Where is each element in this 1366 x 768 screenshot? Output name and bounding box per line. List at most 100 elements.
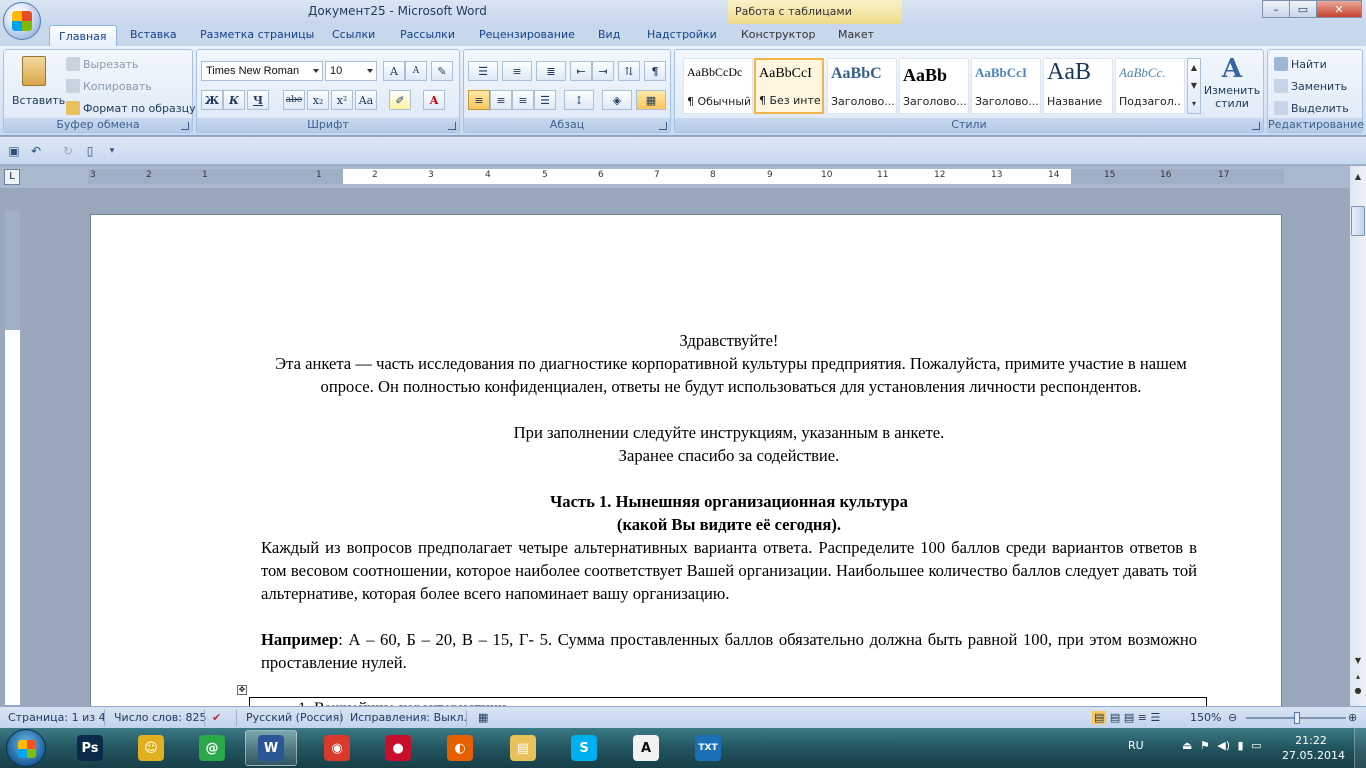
align-left-button[interactable]: ≡ (468, 90, 490, 110)
sort-button[interactable]: ⇅ (618, 61, 640, 81)
draft-icon[interactable]: ☰ (1150, 711, 1160, 724)
close-button[interactable]: ✕ (1316, 0, 1362, 18)
taskbar-app-qip[interactable]: ☺ (125, 730, 177, 766)
new-document-icon[interactable]: ▯ (82, 143, 98, 159)
shrink-font-button[interactable]: A (405, 61, 427, 81)
style-no-spacing[interactable]: AaBbCcI ¶ Без инте... (754, 58, 824, 114)
numbering-button[interactable]: ≡ (502, 61, 532, 81)
align-center-button[interactable]: ≡ (490, 90, 512, 110)
redo-icon[interactable]: ↻ (60, 143, 76, 159)
format-painter-button[interactable]: Формат по образцу (66, 98, 196, 118)
styles-scroll[interactable]: ▲ ▼ ▾ (1187, 58, 1201, 114)
start-button[interactable] (6, 729, 46, 767)
cut-button[interactable]: Вырезать (66, 54, 138, 74)
macro-icon[interactable]: ▦ (478, 711, 488, 724)
subscript-button[interactable]: x₂ (307, 90, 329, 110)
minimize-button[interactable]: – (1262, 0, 1290, 18)
style-subtitle[interactable]: AaBbCc. Подзагол... (1115, 58, 1185, 114)
tab-page-layout[interactable]: Разметка страницы (200, 28, 314, 41)
taskbar-app-font-viewer[interactable]: A (620, 730, 672, 766)
highlight-button[interactable]: ✐ (389, 90, 411, 110)
scroll-thumb[interactable] (1351, 206, 1365, 236)
tab-design[interactable]: Конструктор (741, 28, 815, 41)
zoom-out-icon[interactable]: ⊖ (1228, 711, 1237, 724)
zoom-slider[interactable] (1246, 712, 1346, 724)
taskbar-app-firefox[interactable]: ◐ (434, 730, 486, 766)
undo-icon[interactable]: ↶ (28, 143, 44, 159)
styles-launcher-icon[interactable] (1252, 122, 1260, 130)
scroll-up-icon[interactable]: ▲ (1352, 172, 1364, 184)
line-spacing-button[interactable]: ↕ (564, 90, 594, 110)
borders-button[interactable]: ▦ (636, 90, 666, 110)
paste-button[interactable]: Вставить (12, 54, 65, 118)
maximize-button[interactable]: ▭ (1289, 0, 1317, 18)
zoom-in-icon[interactable]: ⊕ (1348, 711, 1357, 724)
office-button[interactable] (3, 2, 41, 40)
tab-home[interactable]: Главная (49, 25, 117, 47)
vertical-ruler[interactable] (5, 210, 20, 705)
taskbar-app-photoshop[interactable]: Ps (64, 730, 116, 766)
superscript-button[interactable]: x² (331, 90, 353, 110)
full-screen-icon[interactable]: ▤ (1110, 711, 1120, 724)
style-heading-3[interactable]: AaBbCcI Заголово... (971, 58, 1041, 114)
browse-object-icon[interactable]: ● (1352, 686, 1364, 698)
style-normal[interactable]: AaBbCcDc ¶ Обычный (683, 58, 753, 114)
select-button[interactable]: Выделить (1274, 98, 1349, 118)
paragraph-launcher-icon[interactable] (659, 122, 667, 130)
taskbar-app-media-player[interactable]: ● (372, 730, 424, 766)
justify-button[interactable]: ☰ (534, 90, 556, 110)
grow-font-button[interactable]: A (383, 61, 405, 81)
tab-review[interactable]: Рецензирование (479, 28, 575, 41)
font-name-select[interactable]: Times New Roman (201, 61, 323, 81)
usb-icon[interactable]: ⏏ (1182, 739, 1192, 752)
battery-icon[interactable]: ▭ (1251, 739, 1261, 752)
web-layout-icon[interactable]: ▤ (1124, 711, 1134, 724)
font-launcher-icon[interactable] (448, 122, 456, 130)
page-count[interactable]: Страница: 1 из 4 (8, 711, 106, 724)
volume-icon[interactable]: ◀) (1217, 739, 1230, 752)
language-status[interactable]: Русский (Россия) (246, 711, 344, 724)
table-move-handle-icon[interactable]: ✥ (237, 685, 247, 695)
multilevel-list-button[interactable]: ≣ (536, 61, 566, 81)
clock[interactable]: 21:22 27.05.2014 (1282, 733, 1345, 763)
taskbar-app-word[interactable]: W (245, 730, 297, 766)
font-color-button[interactable]: A (423, 90, 445, 110)
zoom-slider-thumb[interactable] (1294, 712, 1300, 724)
language-indicator[interactable]: RU (1128, 739, 1144, 752)
style-heading-1[interactable]: AaBbC Заголово... (827, 58, 897, 114)
scroll-down-icon[interactable]: ▼ (1352, 656, 1364, 668)
font-size-select[interactable]: 10 (325, 61, 377, 81)
flag-icon[interactable]: ⚑ (1200, 739, 1210, 752)
replace-button[interactable]: Заменить (1274, 76, 1347, 96)
style-title[interactable]: AaB Название (1043, 58, 1113, 114)
tab-references[interactable]: Ссылки (332, 28, 375, 41)
tab-insert[interactable]: Вставка (130, 28, 177, 41)
taskbar-app-chrome[interactable]: ◉ (311, 730, 363, 766)
strikethrough-button[interactable]: abe (283, 90, 305, 110)
tab-layout[interactable]: Макет (838, 28, 874, 41)
change-styles-button[interactable]: A Изменить стили (1203, 54, 1261, 118)
taskbar-app-explorer[interactable]: ▤ (497, 730, 549, 766)
decrease-indent-button[interactable]: ⇤ (570, 61, 592, 81)
bold-button[interactable]: Ж (201, 90, 223, 110)
tab-selector-icon[interactable]: L (4, 169, 20, 185)
taskbar-app-skype[interactable]: S (558, 730, 610, 766)
word-count[interactable]: Число слов: 825 (114, 711, 207, 724)
vertical-scrollbar[interactable]: ▲ ▼ ▴ ● (1350, 166, 1366, 706)
document-page[interactable]: Здравствуйте! Эта анкета — часть исследо… (90, 214, 1282, 714)
prev-page-icon[interactable]: ▴ (1352, 672, 1364, 684)
network-icon[interactable]: ▮ (1238, 739, 1244, 752)
taskbar-app-txtru[interactable]: TXT (682, 730, 734, 766)
italic-button[interactable]: К (223, 90, 245, 110)
show-desktop-button[interactable] (1354, 728, 1366, 768)
clear-format-button[interactable]: ✎ (431, 61, 453, 81)
tab-view[interactable]: Вид (598, 28, 620, 41)
taskbar-app-mail-agent[interactable]: @ (186, 730, 238, 766)
clipboard-launcher-icon[interactable] (181, 122, 189, 130)
bullets-button[interactable]: ☰ (468, 61, 498, 81)
align-right-button[interactable]: ≡ (512, 90, 534, 110)
find-button[interactable]: Найти (1274, 54, 1327, 74)
track-changes-status[interactable]: Исправления: Выкл. (350, 711, 467, 724)
copy-button[interactable]: Копировать (66, 76, 152, 96)
horizontal-ruler[interactable]: 3 2 1 1 2 3 4 5 6 7 8 9 10 11 12 13 14 1… (88, 169, 1284, 184)
